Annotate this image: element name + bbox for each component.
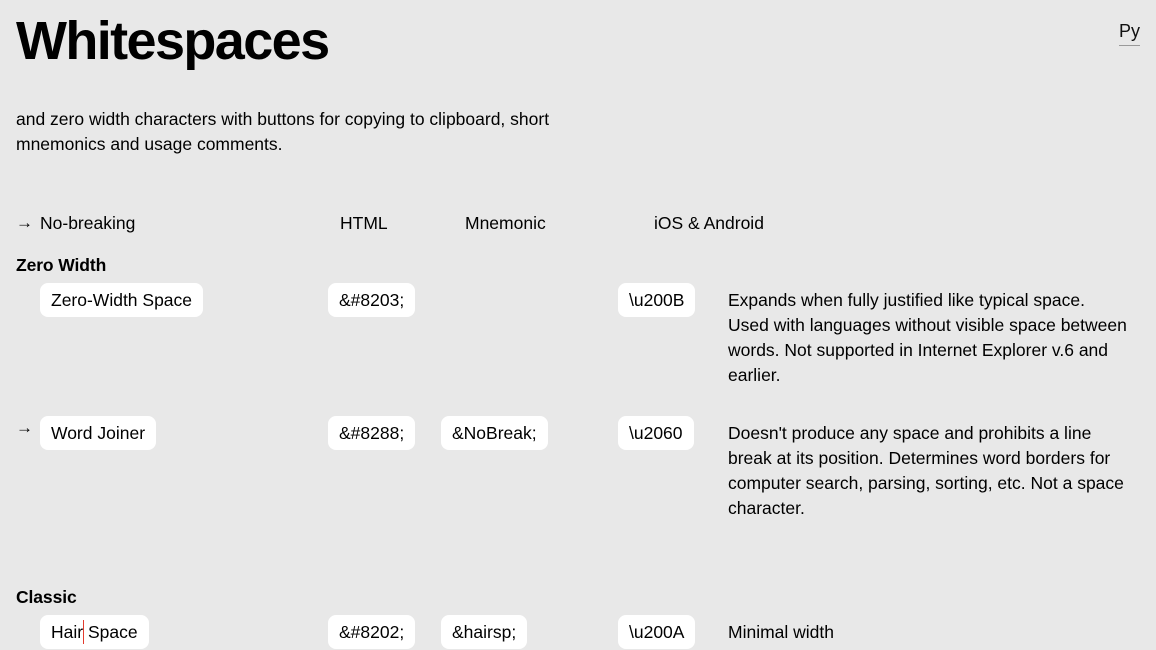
whitespace-table: → No-breaking HTML Mnemonic iOS & Androi… bbox=[0, 211, 1156, 650]
header-cell-name: → No-breaking bbox=[16, 211, 328, 235]
table-row: → Zero-Width Space &#8203; \u200B Expand… bbox=[16, 283, 1140, 388]
copy-unicode-escape-button[interactable]: \u200A bbox=[618, 615, 696, 650]
copy-unicode-escape-button[interactable]: \u200B bbox=[618, 283, 696, 318]
usage-comment: Minimal width bbox=[728, 622, 834, 643]
copy-html-entity-button[interactable]: &#8288; bbox=[328, 416, 416, 451]
row-unicode-cell: \u200A bbox=[618, 615, 728, 650]
copy-mnemonic-button[interactable]: &hairsp; bbox=[441, 615, 528, 650]
row-name-cell: → Hair Space bbox=[16, 615, 328, 650]
row-html-cell: &#8288; bbox=[328, 416, 441, 451]
section-title: Classic bbox=[16, 587, 77, 608]
arrow-right-icon: → bbox=[16, 213, 33, 233]
row-description-cell: Expands when fully justified like typica… bbox=[728, 283, 1140, 388]
copy-mnemonic-button[interactable]: &NoBreak; bbox=[441, 416, 548, 451]
header-cell-html: HTML bbox=[340, 213, 388, 234]
row-name-cell: → Zero-Width Space bbox=[16, 283, 328, 318]
page-subtitle: and zero width characters with buttons f… bbox=[16, 109, 550, 155]
table-row: → Word Joiner &#8288; &NoBreak; \u2060 D… bbox=[16, 416, 1140, 521]
section-zero-width: Zero Width → Zero-Width Space &#8203; \u… bbox=[16, 253, 1140, 521]
language-switch-link[interactable]: Py bbox=[1118, 21, 1140, 46]
row-mnemonic-cell: &NoBreak; bbox=[441, 416, 618, 451]
copy-character-button[interactable]: Zero-Width Space bbox=[40, 283, 204, 318]
header-cell-mnemonic: Mnemonic bbox=[465, 213, 546, 234]
copy-html-entity-button[interactable]: &#8202; bbox=[328, 615, 416, 650]
arrow-right-icon: → bbox=[16, 418, 33, 438]
header-cell-platform: iOS & Android bbox=[654, 213, 764, 234]
section-title: Zero Width bbox=[16, 255, 107, 276]
page-title: Whitespaces bbox=[16, 11, 330, 71]
usage-comment: Expands when fully justified like typica… bbox=[728, 290, 1127, 386]
row-mnemonic-cell: &hairsp; bbox=[441, 615, 618, 650]
copy-character-button[interactable]: Word Joiner bbox=[40, 416, 157, 451]
row-name-cell: → Word Joiner bbox=[16, 416, 328, 451]
row-unicode-cell: \u200B bbox=[618, 283, 728, 318]
usage-comment: Doesn't produce any space and prohibits … bbox=[728, 423, 1124, 519]
header-label-no-breaking: No-breaking bbox=[40, 213, 136, 234]
row-unicode-cell: \u2060 bbox=[618, 416, 728, 451]
copy-unicode-escape-button[interactable]: \u2060 bbox=[618, 416, 694, 451]
section-classic: Classic → Hair Space &#8202; &hairsp; \u… bbox=[16, 585, 1140, 650]
table-header-row: → No-breaking HTML Mnemonic iOS & Androi… bbox=[16, 211, 1140, 235]
copy-html-entity-button[interactable]: &#8203; bbox=[328, 283, 416, 318]
table-row: → Hair Space &#8202; &hairsp; \u200A Min… bbox=[16, 615, 1140, 650]
copy-character-button[interactable]: Hair Space bbox=[40, 615, 149, 650]
row-html-cell: &#8202; bbox=[328, 615, 441, 650]
row-description-cell: Minimal width bbox=[728, 615, 1140, 645]
page-root: Whitespaces Py and zero width characters… bbox=[0, 0, 1156, 650]
row-description-cell: Doesn't produce any space and prohibits … bbox=[728, 416, 1140, 521]
masthead: Whitespaces Py bbox=[0, 0, 1156, 69]
row-html-cell: &#8203; bbox=[328, 283, 441, 318]
